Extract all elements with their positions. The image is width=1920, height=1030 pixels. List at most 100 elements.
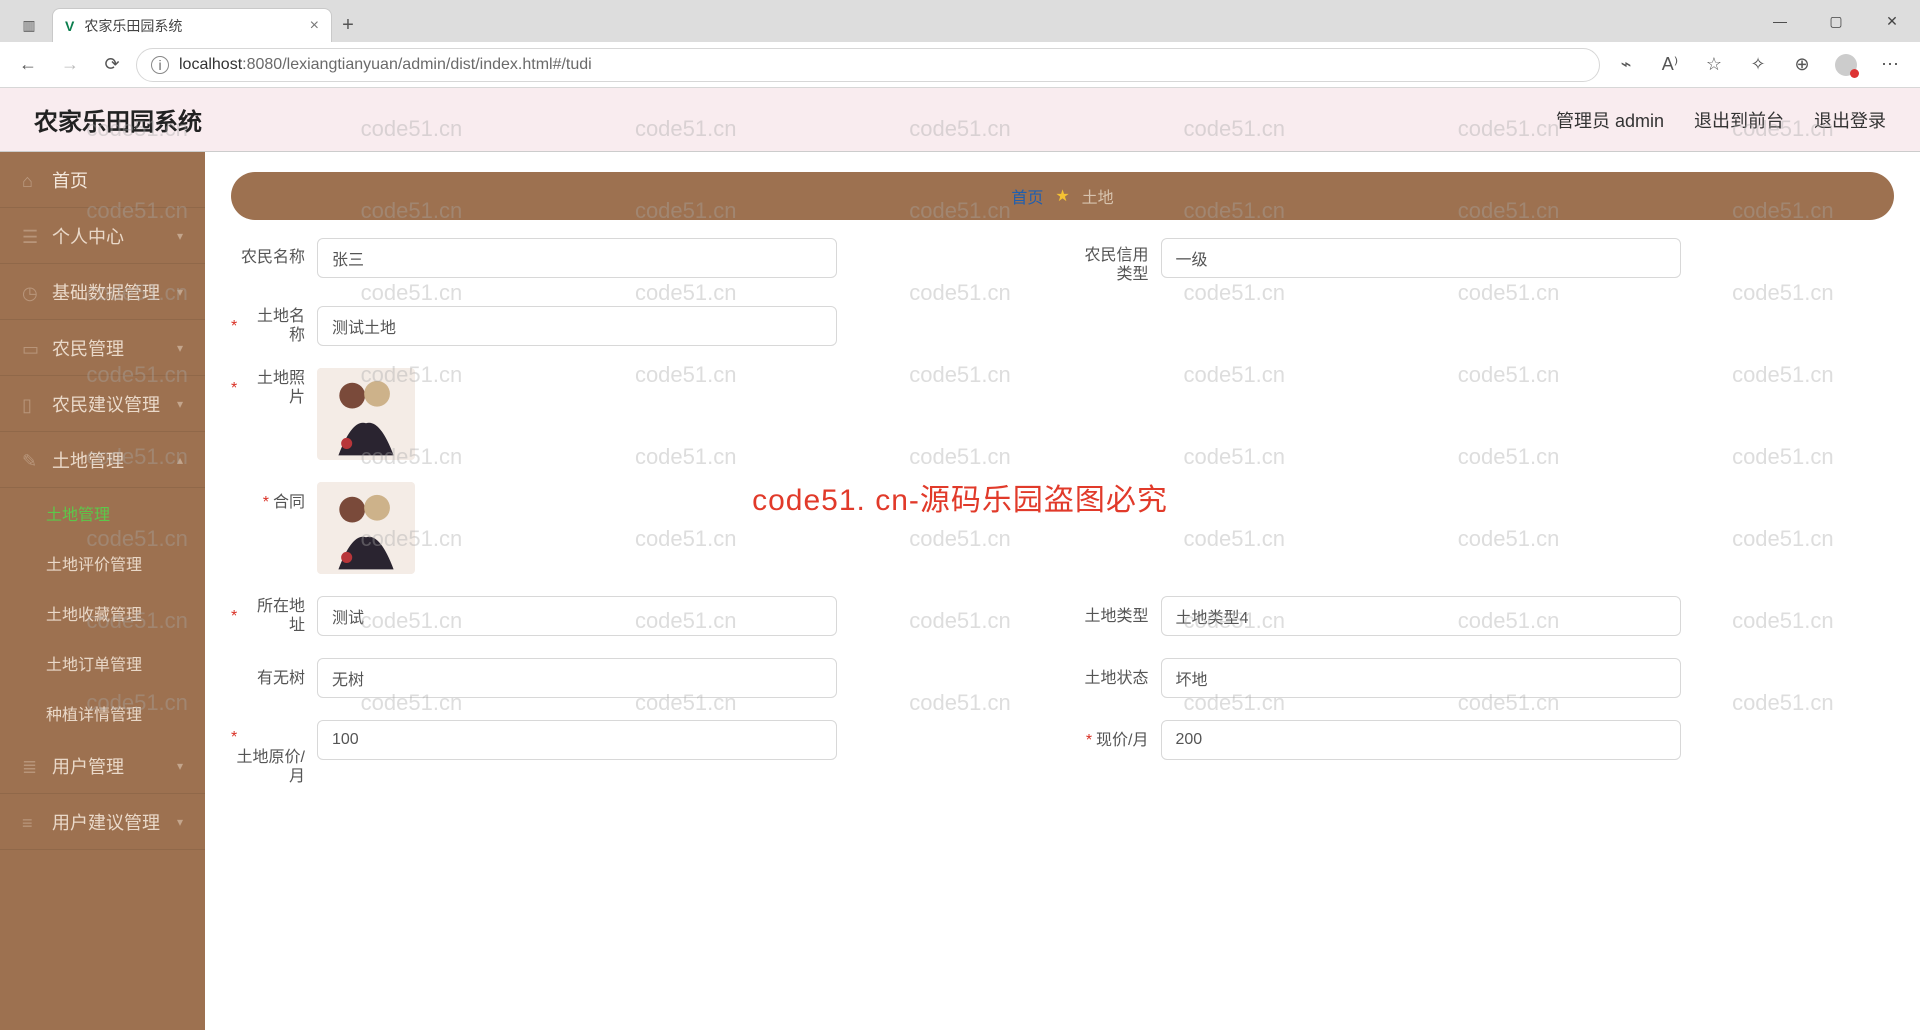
tab-close-icon[interactable]: × <box>310 17 319 35</box>
new-tab-button[interactable]: + <box>332 8 364 42</box>
read-aloud-icon[interactable]: A⁾ <box>1650 45 1690 85</box>
profile-avatar[interactable] <box>1826 45 1866 85</box>
land-name-input[interactable] <box>317 306 837 346</box>
tab-overview-button[interactable]: ▥ <box>12 8 46 42</box>
site-info-icon[interactable]: i <box>151 56 169 74</box>
land-photo-thumb[interactable] <box>317 368 415 460</box>
farmer-name-input[interactable] <box>317 238 837 278</box>
folder-icon: ▭ <box>22 339 40 357</box>
header-logout-link[interactable]: 退出登录 <box>1814 107 1886 133</box>
sidebar-sub-land-order[interactable]: 土地订单管理 <box>0 638 205 688</box>
app-title: 农家乐田园系统 <box>34 102 202 137</box>
curr-price-input[interactable] <box>1161 720 1681 760</box>
header-front-link[interactable]: 退出到前台 <box>1694 107 1784 133</box>
password-icon[interactable]: ⌁ <box>1606 45 1646 85</box>
label-farmer-credit: 农民信用类型 <box>1075 238 1161 284</box>
window-close-button[interactable]: ✕ <box>1864 0 1920 42</box>
label-land-type: 土地类型 <box>1075 596 1161 636</box>
sidebar-sub-land-plant[interactable]: 种植详情管理 <box>0 688 205 738</box>
sidebar-item-user[interactable]: ≣ 用户管理 ▾ <box>0 738 205 794</box>
label-farmer-name: 农民名称 <box>231 238 317 278</box>
sidebar-item-label: 用户建议管理 <box>52 809 160 835</box>
sidebar-item-label: 土地管理 <box>46 501 110 525</box>
sidebar-item-label: 土地订单管理 <box>46 651 142 675</box>
sidebar-item-farmer-suggest[interactable]: ▯ 农民建议管理 ▾ <box>0 376 205 432</box>
sidebar-item-label: 土地管理 <box>52 447 124 473</box>
breadcrumb-home[interactable]: 首页 <box>1011 184 1043 208</box>
chevron-down-icon: ▾ <box>177 285 183 299</box>
contract-thumb[interactable] <box>317 482 415 574</box>
sidebar-item-label: 种植详情管理 <box>46 701 142 725</box>
has-tree-input[interactable] <box>317 658 837 698</box>
land-type-input[interactable] <box>1161 596 1681 636</box>
app-header: 农家乐田园系统 管理员 admin 退出到前台 退出登录 <box>0 88 1920 152</box>
chevron-down-icon: ▾ <box>177 341 183 355</box>
nav-reload-button[interactable]: ⟳ <box>94 47 130 83</box>
sidebar-item-label: 用户管理 <box>52 753 124 779</box>
sidebar-item-label: 农民管理 <box>52 335 124 361</box>
address-bar: ← → ⟳ i localhost:8080/lexiangtianyuan/a… <box>0 42 1920 88</box>
sidebar-item-basic-data[interactable]: ◷ 基础数据管理 ▾ <box>0 264 205 320</box>
content-area: 首页 ★ 土地 农民名称 农民信用类型 *土地名称 *土地照片 <box>205 152 1920 1030</box>
sidebar-item-user-suggest[interactable]: ≡ 用户建议管理 ▾ <box>0 794 205 850</box>
tab-strip: ▥ V 农家乐田园系统 × + — ▢ ✕ <box>0 0 1920 42</box>
label-address: *所在地址 <box>231 596 317 636</box>
sidebar: ⌂ 首页 ☰ 个人中心 ▾ ◷ 基础数据管理 ▾ ▭ 农民管理 ▾ ▯ 农民建议… <box>0 152 205 1030</box>
extensions-icon[interactable]: ⊕ <box>1782 45 1822 85</box>
sidebar-item-label: 土地评价管理 <box>46 551 142 575</box>
gear-icon: ◷ <box>22 283 40 301</box>
sidebar-item-label: 基础数据管理 <box>52 279 160 305</box>
chevron-down-icon: ▾ <box>177 229 183 243</box>
chevron-down-icon: ▾ <box>177 397 183 411</box>
favorite-icon[interactable]: ☆ <box>1694 45 1734 85</box>
land-icon: ✎ <box>22 451 40 469</box>
sidebar-item-personal[interactable]: ☰ 个人中心 ▾ <box>0 208 205 264</box>
sidebar-sub-land-fav[interactable]: 土地收藏管理 <box>0 588 205 638</box>
url-field[interactable]: i localhost:8080/lexiangtianyuan/admin/d… <box>136 48 1600 82</box>
window-maximize-button[interactable]: ▢ <box>1808 0 1864 42</box>
chevron-up-icon: ▴ <box>177 453 183 467</box>
tab-favicon: V <box>65 18 74 34</box>
breadcrumb: 首页 ★ 土地 <box>231 172 1894 220</box>
farmer-credit-input[interactable] <box>1161 238 1681 278</box>
user-icon: ☰ <box>22 227 40 245</box>
browser-tab[interactable]: V 农家乐田园系统 × <box>52 8 332 42</box>
label-has-tree: 有无树 <box>231 658 317 698</box>
window-controls: — ▢ ✕ <box>1752 0 1920 42</box>
sidebar-item-land[interactable]: ✎ 土地管理 ▴ <box>0 432 205 488</box>
sidebar-item-home[interactable]: ⌂ 首页 <box>0 152 205 208</box>
chevron-down-icon: ▾ <box>177 759 183 773</box>
label-land-photo: *土地照片 <box>231 368 317 408</box>
note-icon: ▯ <box>22 395 40 413</box>
label-curr-price: *现价/月 <box>1075 720 1161 760</box>
label-contract: *合同 <box>231 482 317 522</box>
nav-forward-button[interactable]: → <box>52 47 88 83</box>
sidebar-item-label: 个人中心 <box>52 223 124 249</box>
label-land-name: *土地名称 <box>231 306 317 346</box>
users-icon: ≣ <box>22 757 40 775</box>
sidebar-item-label: 首页 <box>52 167 88 193</box>
header-user[interactable]: 管理员 admin <box>1556 107 1664 133</box>
sidebar-sub-land-review[interactable]: 土地评价管理 <box>0 538 205 588</box>
sidebar-item-farmer[interactable]: ▭ 农民管理 ▾ <box>0 320 205 376</box>
sidebar-item-label: 土地收藏管理 <box>46 601 142 625</box>
url-host: localhost:8080/lexiangtianyuan/admin/dis… <box>179 56 592 74</box>
address-input[interactable] <box>317 596 837 636</box>
nav-back-button[interactable]: ← <box>10 47 46 83</box>
window-minimize-button[interactable]: — <box>1752 0 1808 42</box>
browser-menu-icon[interactable]: ⋯ <box>1870 45 1910 85</box>
tab-title: 农家乐田园系统 <box>84 16 182 36</box>
anime-thumbnail-icon <box>317 482 415 574</box>
home-icon: ⌂ <box>22 171 40 189</box>
label-land-status: 土地状态 <box>1075 658 1161 698</box>
sidebar-sub-land-manage[interactable]: 土地管理 <box>0 488 205 538</box>
bars-icon: ≡ <box>22 813 40 831</box>
label-orig-price: *土地原价/月 <box>231 720 317 786</box>
anime-thumbnail-icon <box>317 368 415 460</box>
center-watermark: code51. cn-源码乐园盗图必究 <box>752 475 1168 519</box>
sidebar-item-label: 农民建议管理 <box>52 391 160 417</box>
land-status-input[interactable] <box>1161 658 1681 698</box>
orig-price-input[interactable] <box>317 720 837 760</box>
chevron-down-icon: ▾ <box>177 815 183 829</box>
collections-icon[interactable]: ✧ <box>1738 45 1778 85</box>
